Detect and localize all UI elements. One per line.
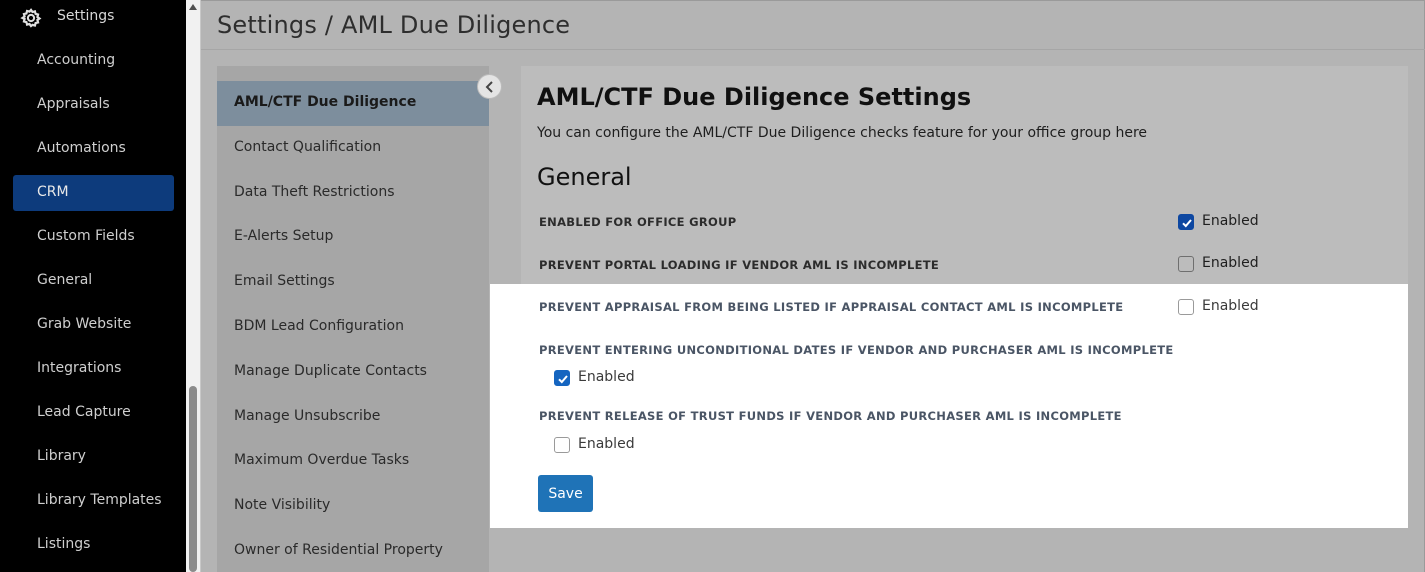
submenu-item-note-visibility[interactable]: Note Visibility (217, 484, 489, 529)
submenu-item-manage-duplicate-contacts[interactable]: Manage Duplicate Contacts (217, 350, 489, 395)
nav-item-crm[interactable]: CRM (13, 175, 174, 211)
checkbox-unchecked[interactable] (1178, 256, 1194, 272)
checkbox-unchecked[interactable] (1178, 299, 1194, 315)
checkmark-icon (1182, 219, 1192, 228)
checkmark-icon (558, 375, 568, 384)
settings-nav: Settings Accounting Appraisals Automatio… (0, 0, 186, 572)
nav-item-custom-fields[interactable]: Custom Fields (13, 219, 174, 255)
title-divider (201, 49, 1425, 50)
nav-item-automations[interactable]: Automations (13, 131, 174, 167)
scroll-up-arrow-icon[interactable] (189, 4, 197, 10)
chevron-left-icon (485, 81, 493, 93)
submenu-item-owner-of-residential-property[interactable]: Owner of Residential Property (217, 529, 489, 572)
settings-submenu: AML/CTF Due Diligence Contact Qualificat… (217, 66, 489, 572)
section-heading-general: General (537, 163, 632, 191)
nav-scrollbar[interactable] (186, 0, 201, 572)
page-title: Settings / AML Due Diligence (217, 11, 571, 39)
highlighted-region (490, 284, 1408, 528)
nav-item-grab-website[interactable]: Grab Website (13, 307, 174, 343)
option-label-prevent-unconditional-dates: PREVENT ENTERING UNCONDITIONAL DATES IF … (539, 343, 1174, 357)
option-label-prevent-portal-loading: PREVENT PORTAL LOADING IF VENDOR AML IS … (539, 258, 940, 272)
submenu-item-bdm-lead-configuration[interactable]: BDM Lead Configuration (217, 305, 489, 350)
scrollbar-thumb[interactable] (189, 386, 197, 572)
nav-item-accounting[interactable]: Accounting (13, 43, 174, 79)
nav-item-lead-capture[interactable]: Lead Capture (13, 395, 174, 431)
option-label-prevent-release-trust-funds: PREVENT RELEASE OF TRUST FUNDS IF VENDOR… (539, 409, 1122, 423)
nav-item-listings[interactable]: Listings (13, 527, 174, 563)
nav-item-integrations[interactable]: Integrations (13, 351, 174, 387)
checkbox-label: Enabled (1202, 255, 1259, 271)
checkbox-label: Enabled (1202, 213, 1259, 229)
submenu-item-data-theft-restrictions[interactable]: Data Theft Restrictions (217, 171, 489, 216)
nav-header-label: Settings (57, 8, 115, 24)
checkbox-label: Enabled (1202, 298, 1259, 314)
save-button[interactable]: Save (538, 475, 593, 512)
checkbox-checked[interactable] (554, 370, 570, 386)
option-label-enabled-for-office-group: ENABLED FOR OFFICE GROUP (539, 215, 737, 229)
submenu-item-email-settings[interactable]: Email Settings (217, 260, 489, 305)
checkbox-label: Enabled (578, 369, 635, 385)
submenu-item-manage-unsubscribe[interactable]: Manage Unsubscribe (217, 395, 489, 440)
checkbox-label: Enabled (578, 436, 635, 452)
submenu-item-contact-qualification[interactable]: Contact Qualification (217, 126, 489, 171)
submenu-item-aml-ctf-due-diligence[interactable]: AML/CTF Due Diligence (217, 81, 489, 126)
nav-header[interactable]: Settings (0, 0, 186, 34)
option-label-prevent-appraisal-listing: PREVENT APPRAISAL FROM BEING LISTED IF A… (539, 300, 1124, 314)
settings-description: You can configure the AML/CTF Due Dilige… (537, 125, 1148, 141)
gear-icon (20, 8, 42, 28)
collapse-submenu-button[interactable] (477, 74, 502, 99)
submenu-item-maximum-overdue-tasks[interactable]: Maximum Overdue Tasks (217, 439, 489, 484)
submenu-item-e-alerts-setup[interactable]: E-Alerts Setup (217, 215, 489, 260)
settings-title: AML/CTF Due Diligence Settings (537, 83, 972, 111)
nav-item-appraisals[interactable]: Appraisals (13, 87, 174, 123)
checkbox-unchecked[interactable] (554, 437, 570, 453)
nav-item-library[interactable]: Library (13, 439, 174, 475)
nav-item-general[interactable]: General (13, 263, 174, 299)
panel-footer-gap (521, 528, 1408, 542)
checkbox-checked[interactable] (1178, 214, 1194, 230)
main-content: Settings / AML Due Diligence AML/CTF Due… (201, 0, 1425, 572)
nav-item-library-templates[interactable]: Library Templates (13, 483, 174, 519)
